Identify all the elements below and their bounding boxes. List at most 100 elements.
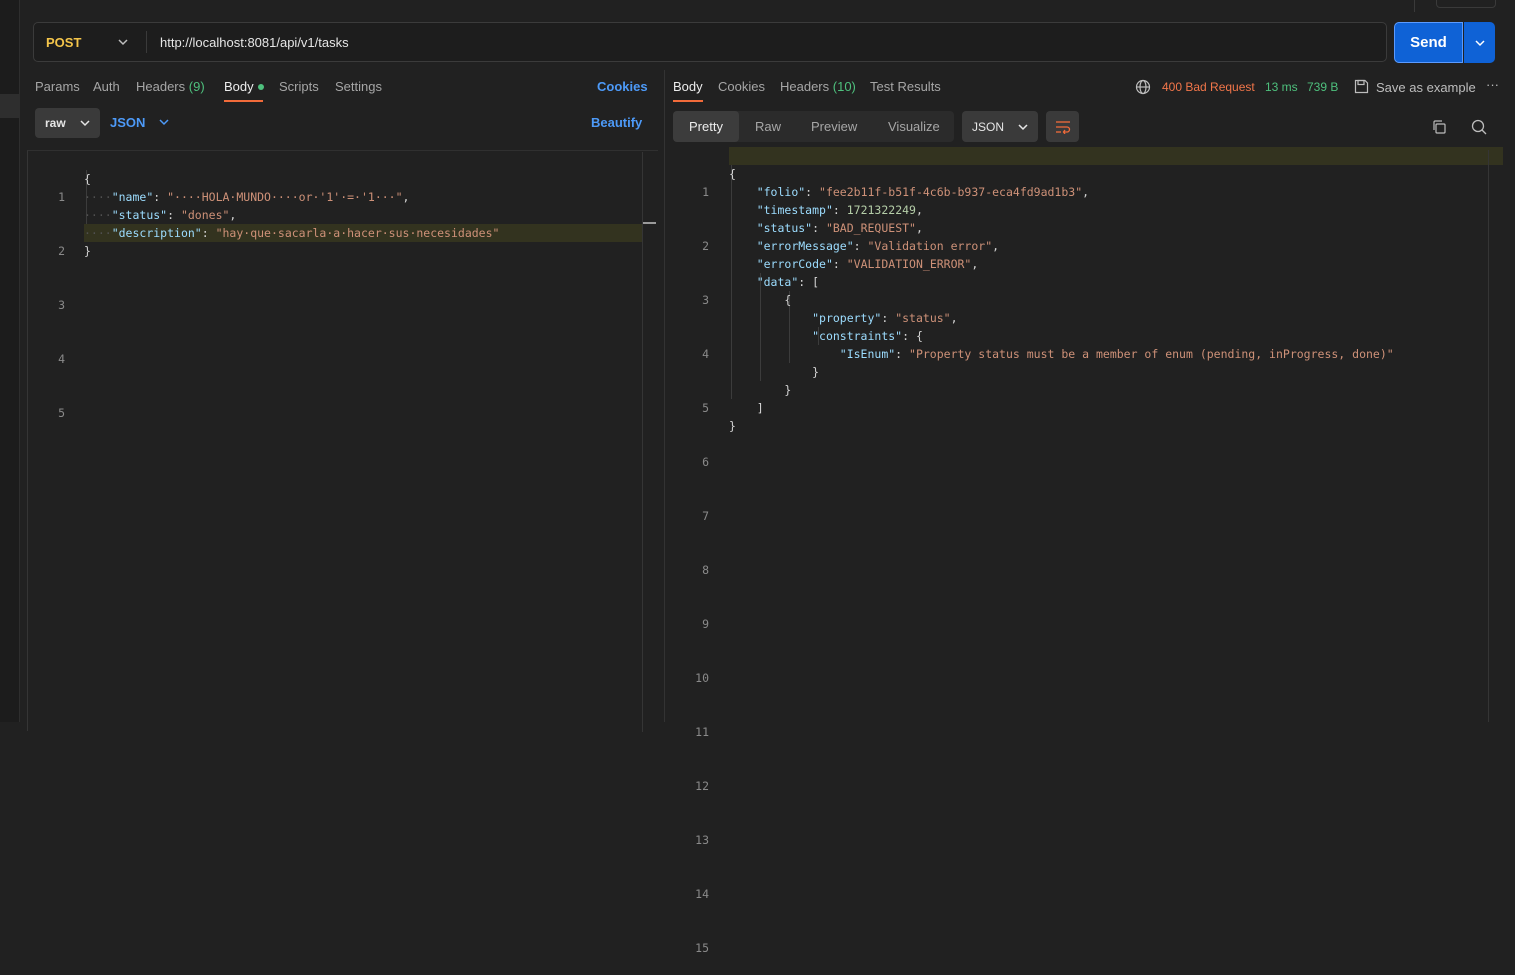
tab-params[interactable]: Params bbox=[35, 79, 80, 94]
line-number: 6 bbox=[702, 455, 709, 469]
method-select[interactable]: POST bbox=[46, 35, 81, 50]
tab-settings[interactable]: Settings bbox=[335, 79, 382, 94]
save-as-example-button[interactable]: Save as example bbox=[1376, 80, 1476, 95]
send-dropdown-button[interactable] bbox=[1464, 22, 1495, 63]
response-tab-headers[interactable]: Headers (10) bbox=[780, 79, 856, 94]
line-number: 4 bbox=[702, 347, 709, 361]
modified-dot-icon bbox=[257, 83, 264, 90]
line-number: 2 bbox=[58, 244, 65, 258]
active-tab-underline bbox=[224, 100, 263, 102]
code-line: } bbox=[84, 244, 91, 258]
response-tab-body[interactable]: Body bbox=[673, 79, 703, 94]
body-mode-select[interactable]: raw bbox=[35, 108, 100, 138]
response-format-select[interactable]: JSON bbox=[962, 111, 1038, 142]
search-icon[interactable] bbox=[1471, 119, 1487, 135]
code-line: "errorCode": "VALIDATION_ERROR", bbox=[756, 257, 979, 271]
line-number: 1 bbox=[702, 185, 709, 199]
view-visualize[interactable]: Visualize bbox=[888, 119, 940, 134]
code-line: ····"status": "dones", bbox=[84, 208, 237, 222]
tab-headers-count: (9) bbox=[188, 79, 205, 94]
line-number: 14 bbox=[695, 887, 709, 901]
line-number: 1 bbox=[58, 190, 65, 204]
line-number: 12 bbox=[695, 779, 709, 793]
scrollbar-marker bbox=[643, 222, 656, 224]
body-format-select[interactable]: JSON bbox=[110, 115, 169, 130]
tab-body[interactable]: Body bbox=[224, 79, 264, 94]
beautify-button[interactable]: Beautify bbox=[591, 115, 642, 130]
wrap-lines-button[interactable] bbox=[1046, 111, 1079, 142]
response-format-label: JSON bbox=[972, 119, 1005, 134]
panel-divider[interactable] bbox=[664, 70, 665, 722]
code-line: "property": "status", bbox=[812, 311, 958, 325]
copy-icon[interactable] bbox=[1431, 119, 1447, 135]
chevron-down-icon bbox=[159, 119, 169, 126]
view-pretty[interactable]: Pretty bbox=[689, 119, 723, 134]
cookies-link[interactable]: Cookies bbox=[597, 79, 648, 94]
view-raw[interactable]: Raw bbox=[755, 119, 781, 134]
code-line: "data": [ bbox=[756, 275, 820, 289]
url-input[interactable]: http://localhost:8081/api/v1/tasks bbox=[160, 35, 349, 50]
line-number: 8 bbox=[702, 563, 709, 577]
code-line: "errorMessage": "Validation error", bbox=[756, 239, 1000, 253]
sidebar-selected-item[interactable] bbox=[0, 94, 19, 118]
url-bar: POST http://localhost:8081/api/v1/tasks bbox=[33, 22, 1387, 62]
code-line: } bbox=[729, 383, 792, 397]
line-number: 3 bbox=[702, 293, 709, 307]
editor-scrollbar[interactable] bbox=[642, 152, 657, 732]
chevron-down-icon[interactable] bbox=[118, 35, 128, 49]
top-divider bbox=[1414, 0, 1415, 12]
send-button[interactable]: Send bbox=[1394, 22, 1463, 63]
line-number: 3 bbox=[58, 298, 65, 312]
code-line: } bbox=[729, 365, 820, 379]
response-tab-test-results[interactable]: Test Results bbox=[870, 79, 941, 94]
active-tab-underline bbox=[673, 100, 703, 102]
more-options-icon[interactable]: ··· bbox=[1486, 77, 1499, 92]
view-preview[interactable]: Preview bbox=[811, 119, 857, 134]
code-line: ····"description": "hay·que·sacarla·a·ha… bbox=[84, 226, 500, 240]
code-line: } bbox=[729, 419, 736, 433]
line-number: 5 bbox=[58, 406, 65, 420]
chevron-down-icon bbox=[1474, 39, 1485, 46]
line-number: 2 bbox=[702, 239, 709, 253]
response-tab-cookies[interactable]: Cookies bbox=[718, 79, 765, 94]
code-line: { bbox=[729, 293, 792, 307]
response-line-number-gutter: 1 2 3 4 5 6 7 8 9 10 11 12 13 14 15 bbox=[673, 147, 709, 975]
code-line: "timestamp": 1721322249, bbox=[756, 203, 923, 217]
line-number: 9 bbox=[702, 617, 709, 631]
top-right-button[interactable] bbox=[1436, 0, 1496, 8]
tab-body-label: Body bbox=[224, 79, 254, 94]
code-line: "IsEnum": "Property status must be a mem… bbox=[839, 347, 1394, 361]
tab-headers-label: Headers bbox=[136, 79, 186, 94]
code-line: { bbox=[729, 167, 736, 181]
save-icon[interactable] bbox=[1354, 79, 1369, 94]
body-format-label: JSON bbox=[110, 115, 146, 130]
tab-headers[interactable]: Headers (9) bbox=[136, 79, 205, 94]
tab-auth[interactable]: Auth bbox=[93, 79, 120, 94]
response-tab-headers-label: Headers bbox=[780, 79, 830, 94]
code-line: ] bbox=[729, 401, 764, 415]
line-number: 7 bbox=[702, 509, 709, 523]
status-badge[interactable]: 400 Bad Request bbox=[1162, 80, 1255, 94]
globe-icon[interactable] bbox=[1135, 79, 1151, 95]
code-line: "folio": "fee2b11f-b51f-4c6b-b937-eca4fd… bbox=[756, 185, 1090, 199]
code-line: ····"name": "····HOLA·MUNDO····or·'1'·=·… bbox=[84, 190, 410, 204]
line-number: 13 bbox=[695, 833, 709, 847]
code-line: "status": "BAD_REQUEST", bbox=[756, 221, 923, 235]
response-scrollbar[interactable] bbox=[1488, 150, 1489, 722]
line-number: 5 bbox=[702, 401, 709, 415]
chevron-down-icon bbox=[80, 120, 90, 127]
chevron-down-icon bbox=[1018, 123, 1028, 130]
line-number: 11 bbox=[695, 725, 709, 739]
response-size[interactable]: 739 B bbox=[1307, 80, 1338, 94]
tab-scripts[interactable]: Scripts bbox=[279, 79, 319, 94]
code-line: { bbox=[84, 172, 91, 186]
response-tab-headers-count: (10) bbox=[832, 79, 856, 94]
divider bbox=[146, 31, 147, 53]
line-number-gutter: 1 2 3 4 5 bbox=[29, 152, 65, 440]
body-mode-label: raw bbox=[45, 116, 66, 130]
response-time[interactable]: 13 ms bbox=[1265, 80, 1298, 94]
line-number: 15 bbox=[695, 941, 709, 955]
wrap-lines-icon bbox=[1055, 120, 1070, 134]
request-code: { ····"name": "····HOLA·MUNDO····or·'1'·=… bbox=[84, 152, 499, 278]
code-line: "constraints": { bbox=[812, 329, 923, 343]
